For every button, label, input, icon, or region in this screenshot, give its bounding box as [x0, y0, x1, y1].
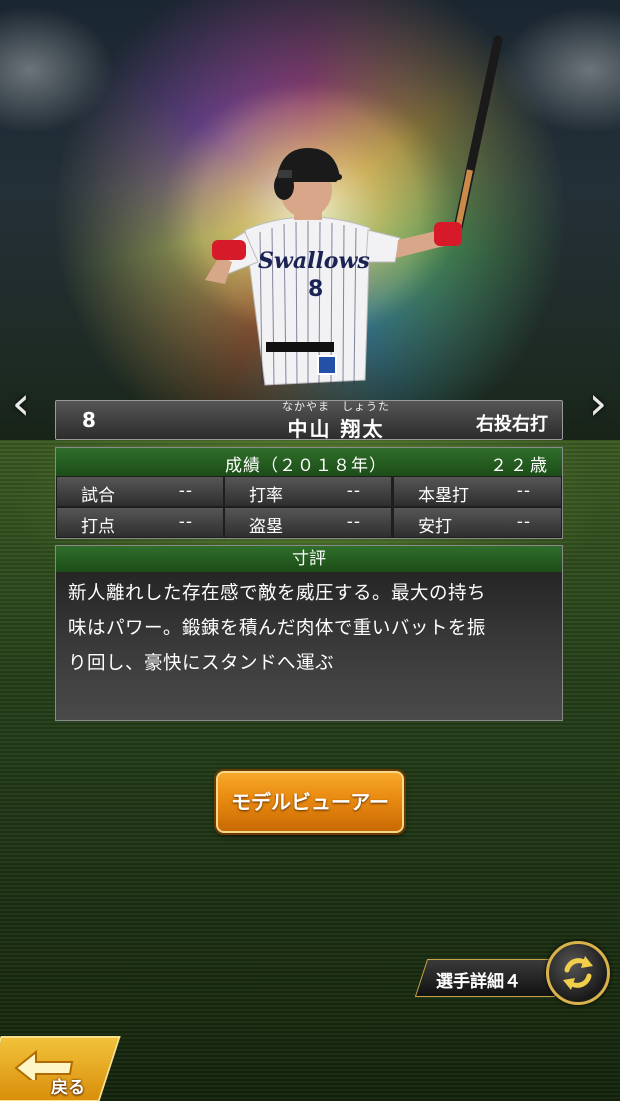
stat-label: 試合	[81, 486, 115, 506]
review-line: 味はパワー。鍛錬を積んだ肉体で重いバットを振	[68, 618, 486, 639]
stat-label: 打率	[249, 486, 283, 506]
stat-value: --	[346, 481, 361, 501]
stat-label: 本塁打	[418, 486, 469, 506]
stat-batting-average: 打率 --	[225, 477, 391, 506]
review-panel: 寸評 新人離れした存在感で敵を威圧する。最大の持ち 味はパワー。鍛錬を積んだ肉体…	[55, 545, 563, 721]
batting-glove-left	[212, 240, 246, 260]
back-label: 戻る	[51, 1078, 85, 1098]
belt	[266, 342, 334, 352]
stat-value: --	[516, 512, 531, 532]
prev-player-arrow[interactable]: ‹	[6, 378, 36, 428]
stat-rbi: 打点 --	[57, 508, 223, 537]
throw-bat-hand: 右投右打	[476, 414, 548, 435]
swap-arrows-icon	[563, 956, 593, 990]
jersey-number: 8	[308, 277, 323, 302]
swap-button[interactable]	[546, 941, 610, 1005]
player-name: 中山 翔太	[287, 417, 385, 441]
review-line: 新人離れした存在感で敵を威圧する。最大の持ち	[68, 583, 487, 604]
player-name-reading: なかやま しょうた	[282, 400, 390, 413]
review-line: り回し、豪快にスタンドへ運ぶ	[68, 653, 335, 674]
stat-hits: 安打 --	[394, 508, 561, 537]
model-viewer-button[interactable]: モデルビューアー	[216, 771, 404, 833]
stat-label: 盗塁	[249, 517, 283, 537]
stat-home-runs: 本塁打 --	[394, 477, 561, 506]
player-name-bar: 8 なかやま しょうた 中山 翔太 右投右打	[55, 400, 563, 441]
stat-stolen-bases: 盗塁 --	[225, 508, 391, 537]
next-player-arrow[interactable]: ›	[583, 378, 613, 428]
stats-title: 成績（２０１８年）	[225, 456, 387, 476]
stat-games: 試合 --	[57, 477, 223, 506]
player-detail-label: 選手詳細４	[436, 972, 521, 992]
stat-label: 打点	[81, 517, 115, 537]
stat-value: --	[178, 481, 193, 501]
stat-value: --	[516, 481, 531, 501]
player-detail-screen: Swallows 8 ‹ › 8 なかやま しょうた 中山 翔太 右投右打 成績…	[0, 0, 620, 1101]
stat-label: 安打	[418, 517, 452, 537]
batting-glove-right	[434, 222, 462, 246]
player-number: 8	[82, 408, 96, 432]
team-logo: Swallows	[258, 248, 370, 274]
player-age: ２２歳	[490, 456, 550, 476]
stats-panel: 成績（２０１８年） ２２歳 試合 -- 打率 -- 本塁打 -- 打点 -- 盗…	[55, 447, 563, 539]
stats-header: 成績（２０１８年） ２２歳	[56, 448, 562, 476]
stat-value: --	[346, 512, 361, 532]
review-text: 新人離れした存在感で敵を威圧する。最大の持ち 味はパワー。鍛錬を積んだ肉体で重い…	[68, 576, 554, 681]
review-title: 寸評	[56, 546, 562, 572]
stat-value: --	[178, 512, 193, 532]
